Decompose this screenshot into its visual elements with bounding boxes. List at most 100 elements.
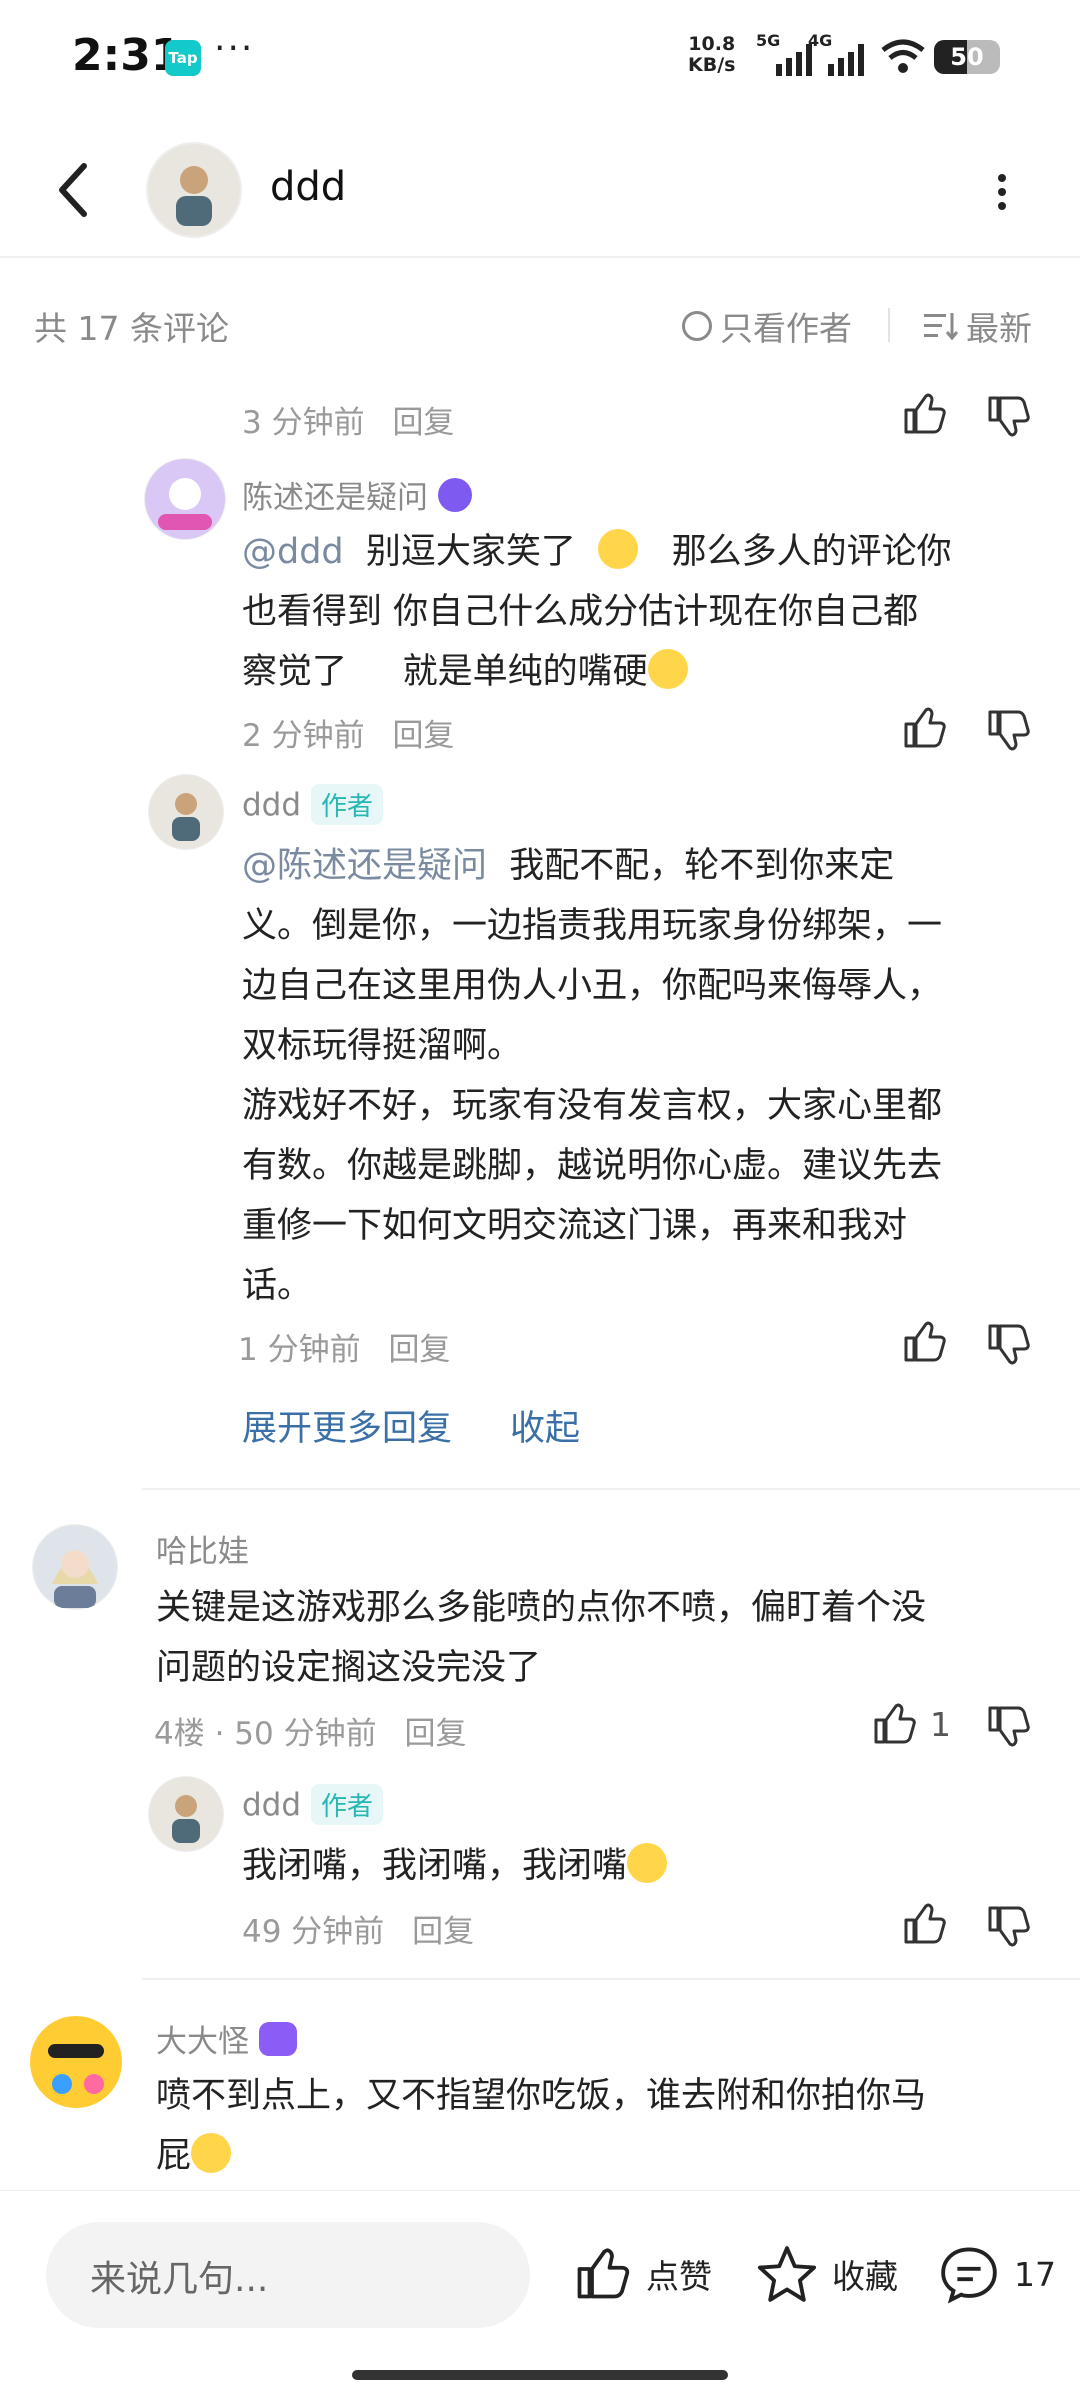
avatar[interactable] xyxy=(22,2006,130,2114)
reply-author[interactable]: 陈述还是疑问 xyxy=(242,472,472,517)
reply-time: 49 分钟前 xyxy=(242,1914,385,1950)
text-line: 我闭嘴，我闭嘴，我闭嘴 xyxy=(242,1846,628,1886)
like-button[interactable]: 点赞 xyxy=(572,2244,712,2304)
text-line: 屁 xyxy=(156,2136,192,2176)
text-line: 话。 xyxy=(242,1266,313,1306)
author-name[interactable]: 哈比娃 xyxy=(156,1526,249,1571)
reply-button[interactable]: 回复 xyxy=(392,405,454,441)
reply-button[interactable]: 回复 xyxy=(412,1914,474,1950)
home-indicator[interactable] xyxy=(352,2370,728,2380)
reply-button[interactable]: 回复 xyxy=(392,718,454,754)
author-name[interactable]: 大大怪 xyxy=(156,2016,249,2061)
status-more-dots: ··· xyxy=(214,28,255,69)
author-tag: 作者 xyxy=(311,1784,384,1825)
more-vertical-icon[interactable] xyxy=(990,168,1014,216)
comment-text: 关键是这游戏那么多能喷的点你不喷，偏盯着个没 问题的设定搁这没完没了 xyxy=(156,1578,1046,1698)
text-line: 喷不到点上，又不指望你吃饭，谁去附和你拍你马 xyxy=(156,2076,927,2116)
avatar[interactable] xyxy=(144,458,226,540)
text-line: 也看得到 你自己什么成分估计现在你自己都 xyxy=(242,592,919,632)
thumbs-down-icon[interactable] xyxy=(984,1702,1032,1750)
mention-link[interactable]: @陈述还是疑问 xyxy=(242,846,487,886)
reply-author[interactable]: ddd 作者 xyxy=(242,1784,384,1825)
author-only-toggle[interactable]: 只看作者 xyxy=(682,302,852,350)
comment-author[interactable]: 哈比娃 xyxy=(156,1526,249,1571)
star-icon xyxy=(757,2246,817,2302)
favorite-label: 收藏 xyxy=(832,2257,898,2296)
wifi-icon xyxy=(881,39,925,73)
favorite-button[interactable]: 收藏 xyxy=(756,2244,898,2304)
text-line: 边自己在这里用伪人小丑，你配吗来侮辱人， xyxy=(242,966,943,1006)
text-line: 那么多人的评论你 xyxy=(671,532,952,572)
thumbs-down-icon[interactable] xyxy=(984,1320,1032,1368)
reply-text: 我闭嘴，我闭嘴，我闭嘴 xyxy=(242,1836,1042,1896)
thumbs-down-icon[interactable] xyxy=(984,706,1032,754)
comment-meta: 4楼 · 50 分钟前 回复 xyxy=(154,1708,466,1753)
comment-count: 共 17 条评论 xyxy=(34,309,229,348)
mention-link[interactable]: @ddd xyxy=(242,532,344,572)
reply-meta: 49 分钟前 回复 xyxy=(242,1906,474,1951)
thumbs-down-icon[interactable] xyxy=(984,392,1032,440)
back-arrow-icon[interactable] xyxy=(50,160,98,220)
comment-author[interactable]: 大大怪 xyxy=(156,2016,297,2061)
sort-icon xyxy=(924,313,958,341)
author-name[interactable]: 陈述还是疑问 xyxy=(242,472,428,517)
collapse-replies[interactable]: 收起 xyxy=(510,1400,580,1451)
reply-time: 1 分钟前 xyxy=(238,1332,361,1368)
signal-label-4g: 4G xyxy=(808,31,832,50)
grin-emoji-icon xyxy=(598,529,639,569)
thumbs-up-icon[interactable] xyxy=(900,390,948,438)
comment-text: 喷不到点上，又不指望你吃饭，谁去附和你拍你马 屁 xyxy=(156,2066,1046,2186)
text-line: 关键是这游戏那么多能喷的点你不喷，偏盯着个没 xyxy=(156,1588,927,1628)
signal-label-5g: 5G xyxy=(756,31,780,50)
zipper-mouth-emoji-icon xyxy=(627,1843,668,1883)
comment-input-placeholder[interactable]: 来说几句... xyxy=(90,2250,268,2302)
comment-divider xyxy=(142,1488,1080,1490)
reply-meta: 3 分钟前 回复 xyxy=(242,397,454,442)
like-label: 点赞 xyxy=(646,2257,712,2296)
comment-bubble-icon xyxy=(941,2247,997,2304)
reply-author[interactable]: ddd 作者 xyxy=(242,784,384,825)
author-name[interactable]: ddd xyxy=(242,787,301,823)
author-only-label: 只看作者 xyxy=(720,309,852,348)
expand-more-replies[interactable]: 展开更多回复 xyxy=(242,1400,452,1451)
header-separator xyxy=(888,308,890,342)
reply-time: 2 分钟前 xyxy=(242,718,365,754)
thumbs-up-icon[interactable] xyxy=(900,1318,948,1366)
reply-meta: 1 分钟前 回复 xyxy=(238,1324,450,1369)
author-tag: 作者 xyxy=(311,784,384,825)
text-line: 问题的设定搁这没完没了 xyxy=(156,1648,542,1688)
sort-latest-button[interactable]: 最新 xyxy=(924,302,1032,350)
reply-button[interactable]: 回复 xyxy=(388,1332,450,1368)
taptap-app-icon: Tap xyxy=(165,40,201,76)
game-badge-icon xyxy=(259,2021,297,2056)
thumbs-up-icon[interactable] xyxy=(870,1700,918,1748)
text-line: 别逗大家笑了 xyxy=(365,532,576,572)
text-line: 游戏好不好，玩家有没有发言权，大家心里都 xyxy=(242,1086,943,1126)
text-line: 重修一下如何文明交流这门课，再来和我对 xyxy=(242,1206,908,1246)
avatar[interactable] xyxy=(148,1776,224,1852)
avatar[interactable] xyxy=(148,774,224,850)
comments-button[interactable]: 17 xyxy=(938,2244,1056,2304)
author-name[interactable]: ddd xyxy=(242,1787,301,1823)
text-line: 我配不配，轮不到你来定 xyxy=(509,846,895,886)
user-badge-icon xyxy=(438,477,472,512)
text-line: 有数。你越是跳脚，越说明你心虚。建议先去 xyxy=(242,1146,943,1186)
floor-and-time: 4楼 · 50 分钟前 xyxy=(154,1716,377,1752)
text-line: 义。倒是你，一边指责我用玩家身份绑架，一 xyxy=(242,906,943,946)
header-avatar[interactable] xyxy=(146,142,242,238)
avatar[interactable] xyxy=(32,1524,118,1610)
text-line: 察觉了 就是单纯的嘴硬 xyxy=(242,652,648,692)
thumbs-up-icon[interactable] xyxy=(900,1900,948,1948)
like-with-count[interactable]: 1 xyxy=(870,1700,951,1748)
battery-icon: 50 xyxy=(934,40,1000,74)
reply-meta: 2 分钟前 回复 xyxy=(242,710,454,755)
thumbs-up-icon[interactable] xyxy=(900,704,948,752)
header-username[interactable]: ddd xyxy=(270,164,346,210)
grin-emoji-icon xyxy=(647,649,688,689)
reply-time: 3 分钟前 xyxy=(242,405,365,441)
thumbs-down-icon[interactable] xyxy=(984,1902,1032,1950)
reply-text: @陈述还是疑问 我配不配，轮不到你来定 义。倒是你，一边指责我用玩家身份绑架，一… xyxy=(242,836,1042,1316)
reply-button[interactable]: 回复 xyxy=(404,1716,466,1752)
header-divider xyxy=(0,256,1080,258)
comments-count: 17 xyxy=(1014,2254,1056,2294)
